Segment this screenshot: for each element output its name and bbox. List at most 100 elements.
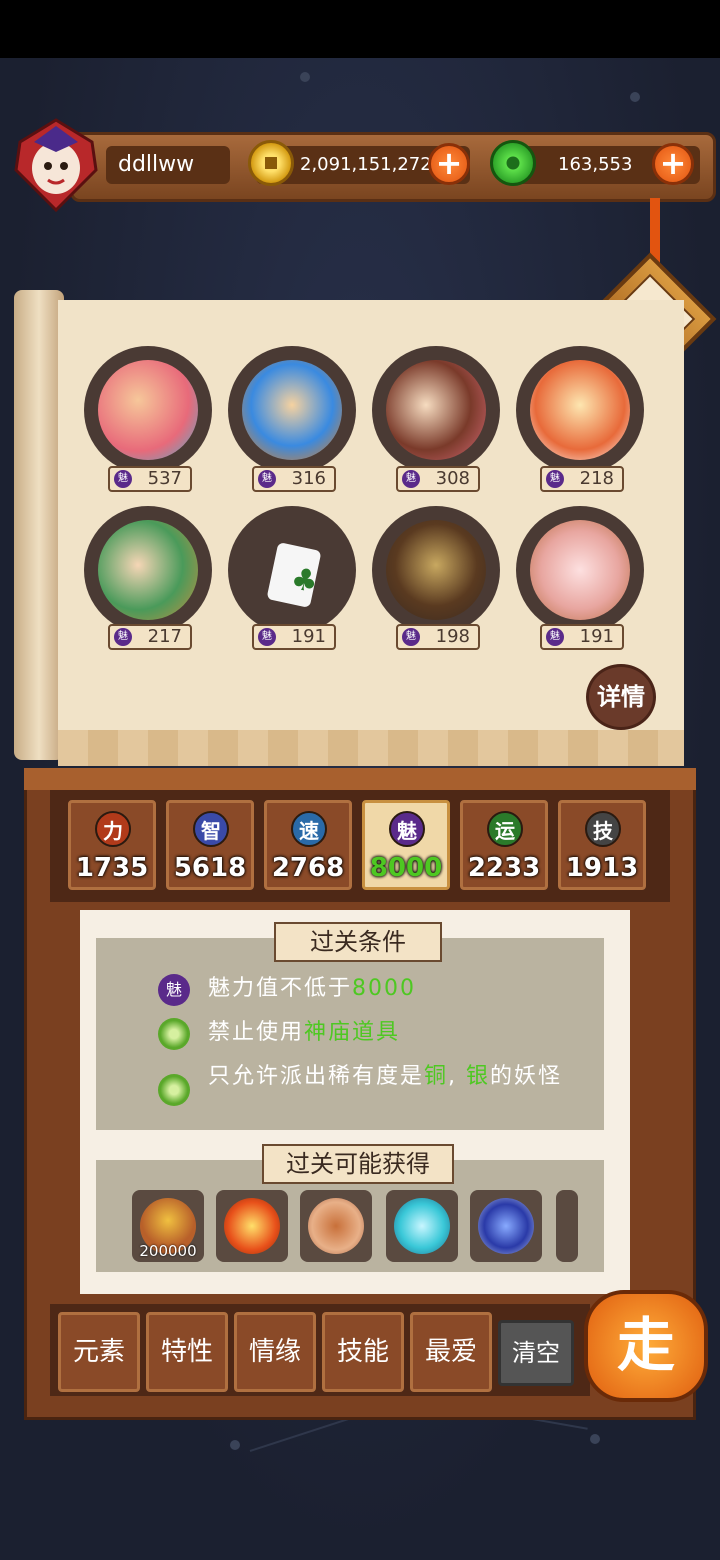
jade-value: 163,553 [558,154,633,175]
character-slot[interactable]: ♣ [228,506,356,634]
stat-strength[interactable]: 力 1735 [68,800,156,890]
charm-badge: 魅 191 [252,624,336,650]
status-bar-area [0,0,720,58]
luck-icon: 运 [487,811,523,847]
star-dot [630,92,640,102]
stat-value: 2768 [271,853,345,883]
jade-icon [490,140,536,186]
charm-icon: 魅 [114,470,132,488]
condition-text: 魅力值不低于 [208,976,353,1001]
reward-item[interactable] [386,1190,458,1262]
reward-amount: 200000 [139,1242,197,1260]
fire-orb-icon [224,1198,280,1254]
character-portrait [386,520,486,620]
character-portrait [530,520,630,620]
condition-highlight: 8000 [352,976,417,1001]
condition-bullet-icon [158,1074,190,1106]
condition-item: 禁止使用神庙道具 [208,1020,598,1046]
reward-coin-bag[interactable]: 200000 [132,1190,204,1262]
stat-luck[interactable]: 运 2233 [460,800,548,890]
charm-value: 316 [291,468,326,489]
condition-separator: , [448,1064,467,1089]
skill-icon: 技 [585,811,621,847]
scroll-roll [14,290,64,760]
condition-highlight: 银 [466,1064,491,1089]
charm-icon: 魅 [389,811,425,847]
charm-icon: 魅 [114,628,132,646]
reward-item-partial[interactable] [556,1190,578,1262]
tab-skill[interactable]: 技能 [322,1312,404,1392]
charm-value: 537 [147,468,182,489]
rewards-title: 过关可能获得 [262,1144,454,1184]
condition-highlight: 铜 [424,1064,449,1089]
add-coins-button[interactable]: + [428,143,470,185]
intellect-icon: 智 [193,811,229,847]
charm-badge: 魅 198 [396,624,480,650]
player-name: ddllww [106,146,230,184]
character-portrait [242,360,342,460]
add-jade-button[interactable]: + [652,143,694,185]
charm-icon: 魅 [258,470,276,488]
reward-item[interactable] [300,1190,372,1262]
charm-badge: 魅 537 [108,466,192,492]
character-slot[interactable] [516,506,644,634]
condition-bullet-icon [158,1018,190,1050]
condition-highlight: 神庙道具 [304,1020,401,1045]
charm-icon: 魅 [546,628,564,646]
character-slot[interactable] [516,346,644,474]
character-portrait [98,360,198,460]
character-slot[interactable] [228,346,356,474]
panel-top-edge [24,768,696,790]
character-slot[interactable] [84,346,212,474]
clear-button[interactable]: 清空 [498,1320,574,1386]
coin-value: 2,091,151,272 [300,154,432,175]
crystal-orb-icon [478,1198,534,1254]
condition-text: 的妖怪 [490,1064,563,1089]
charm-value: 191 [579,626,614,647]
stat-value: 8000 [369,853,443,883]
stat-value: 1913 [565,853,639,883]
star-dot [230,1440,240,1450]
tab-trait[interactable]: 特性 [146,1312,228,1392]
tab-bond[interactable]: 情缘 [234,1312,316,1392]
conditions-title: 过关条件 [274,922,442,962]
stat-intellect[interactable]: 智 5618 [166,800,254,890]
tab-element[interactable]: 元素 [58,1312,140,1392]
charm-value: 198 [435,626,470,647]
stat-value: 5618 [173,853,247,883]
condition-text: 只允许派出稀有度是 [208,1064,425,1089]
condition-item: 魅力值不低于8000 [208,976,598,1002]
charm-badge: 魅 308 [396,466,480,492]
scroll-border [58,730,684,766]
charm-badge: 魅 217 [108,624,192,650]
charm-icon: 魅 [546,470,564,488]
charm-badge: 魅 191 [540,624,624,650]
star-dot [300,72,310,82]
character-slot[interactable] [372,506,500,634]
go-button[interactable]: 走 [584,1290,708,1402]
stat-charm[interactable]: 魅 8000 [362,800,450,890]
svg-text:♣: ♣ [288,561,322,601]
stat-speed[interactable]: 速 2768 [264,800,352,890]
condition-item: 只允许派出稀有度是铜, 银的妖怪 [208,1064,598,1090]
card-icon: ♣ [267,543,322,607]
reward-item[interactable] [216,1190,288,1262]
character-slot[interactable] [372,346,500,474]
charm-badge: 魅 316 [252,466,336,492]
charm-icon: 魅 [258,628,276,646]
charm-icon: 魅 [158,974,190,1006]
stat-skill[interactable]: 技 1913 [558,800,646,890]
speed-icon: 速 [291,811,327,847]
tab-favorite[interactable]: 最爱 [410,1312,492,1392]
charm-value: 217 [147,626,182,647]
condition-text: 禁止使用 [208,1020,305,1045]
character-portrait [386,360,486,460]
character-slot[interactable] [84,506,212,634]
reward-item[interactable] [470,1190,542,1262]
charm-value: 191 [291,626,326,647]
player-avatar[interactable] [10,112,102,212]
star-dot [590,1434,600,1444]
detail-button[interactable]: 详情 [586,664,656,730]
charm-badge: 魅 218 [540,466,624,492]
charm-icon: 魅 [402,628,420,646]
